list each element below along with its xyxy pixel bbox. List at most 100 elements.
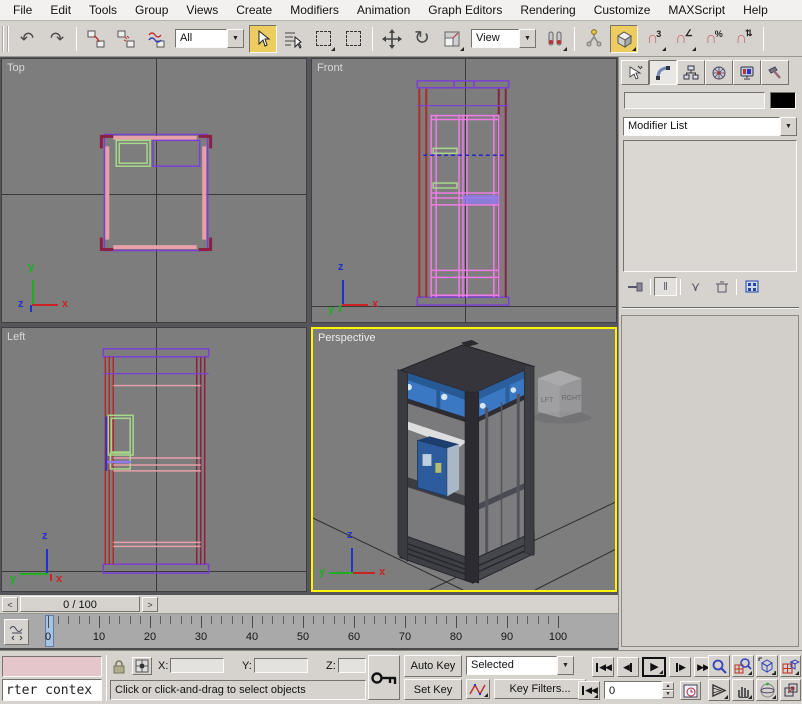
modifier-stack-list[interactable] xyxy=(623,140,797,272)
bind-to-space-warp-button[interactable] xyxy=(142,25,170,53)
show-end-result-button[interactable]: ‖ xyxy=(654,277,677,296)
spinner-snap-button[interactable]: ∩⇅ xyxy=(730,25,758,53)
menu-animation[interactable]: Animation xyxy=(348,1,419,19)
absolute-offset-mode-toggle[interactable] xyxy=(132,657,152,675)
coord-system-dropdown-button[interactable]: ▼ xyxy=(519,29,536,48)
menu-rendering[interactable]: Rendering xyxy=(511,1,584,19)
key-mode-dropdown-button[interactable]: ▼ xyxy=(557,656,574,675)
object-name-field[interactable] xyxy=(624,92,765,109)
spinner-up-icon[interactable]: ▲ xyxy=(662,682,674,690)
play-animation-button[interactable]: ▶ xyxy=(642,657,666,677)
time-slider-handle[interactable]: 0 / 100 xyxy=(20,596,140,612)
rectangular-selection-region-button[interactable] xyxy=(309,25,337,53)
tab-create[interactable] xyxy=(621,60,649,85)
snaps-toggle-button[interactable] xyxy=(610,25,638,53)
x-coordinate-field[interactable] xyxy=(170,658,224,673)
select-by-name-button[interactable] xyxy=(279,25,307,53)
viewport-label[interactable]: Left xyxy=(7,331,25,343)
spinner-down-icon[interactable]: ▼ xyxy=(662,690,674,698)
toolbar-drag-handle[interactable] xyxy=(2,26,9,52)
default-tangent-button[interactable] xyxy=(466,679,490,699)
unlink-selection-button[interactable] xyxy=(112,25,140,53)
select-and-link-button[interactable] xyxy=(82,25,110,53)
key-mode-toggle-button[interactable]: ◀◀ xyxy=(578,681,600,700)
select-and-scale-button[interactable] xyxy=(438,25,466,53)
zoom-all-button[interactable] xyxy=(732,655,754,677)
use-pivot-point-center-button[interactable] xyxy=(541,25,569,53)
menu-maxscript[interactable]: MAXScript xyxy=(659,1,734,19)
tab-display[interactable] xyxy=(733,60,761,85)
tab-utilities[interactable] xyxy=(761,60,789,85)
modifier-list-combo[interactable]: Modifier List ▼ xyxy=(623,117,797,136)
select-and-rotate-button[interactable]: ↻ xyxy=(408,25,436,53)
viewport-front[interactable]: Front z x y xyxy=(311,58,617,323)
previous-frame-button[interactable]: ◀ xyxy=(617,657,639,677)
menu-views[interactable]: Views xyxy=(177,1,227,19)
menu-customize[interactable]: Customize xyxy=(585,1,660,19)
select-object-button[interactable] xyxy=(249,25,277,53)
frame-spinner[interactable]: ▲ ▼ xyxy=(662,682,674,698)
rollout-area[interactable] xyxy=(621,315,799,647)
phone-booth-model[interactable] xyxy=(398,340,534,583)
track-bar-ruler[interactable]: 0102030405060708090100 xyxy=(0,614,618,650)
selection-filter-combo[interactable]: All ▼ xyxy=(175,29,244,48)
zoom-extents-button[interactable] xyxy=(756,655,778,677)
arc-rotate-button[interactable] xyxy=(756,679,778,701)
go-to-start-button[interactable]: ◀◀ xyxy=(592,657,614,677)
menu-edit[interactable]: Edit xyxy=(41,1,80,19)
tab-motion[interactable] xyxy=(705,60,733,85)
key-mode-combo[interactable]: Selected ▼ xyxy=(466,656,574,675)
object-color-swatch[interactable] xyxy=(770,92,796,109)
menu-tools[interactable]: Tools xyxy=(80,1,126,19)
viewport-label[interactable]: Top xyxy=(7,62,25,74)
reference-coordinate-system-combo[interactable]: View ▼ xyxy=(471,29,536,48)
next-frame-button[interactable]: ▶ xyxy=(669,657,691,677)
menu-help[interactable]: Help xyxy=(734,1,777,19)
zoom-extents-all-button[interactable] xyxy=(780,655,801,677)
snap-3d-button[interactable]: ∩3 xyxy=(640,25,668,53)
pin-stack-button[interactable] xyxy=(624,277,647,296)
key-filters-button[interactable]: Key Filters... xyxy=(494,679,586,699)
set-key-button[interactable]: Set Key xyxy=(404,679,462,700)
time-configuration-button[interactable] xyxy=(680,681,701,700)
undo-button[interactable]: ↶ xyxy=(13,25,41,53)
menu-group[interactable]: Group xyxy=(126,1,177,19)
viewport-perspective[interactable]: LFT RGHT xyxy=(311,327,617,592)
set-keys-button[interactable] xyxy=(368,655,400,700)
select-and-manipulate-button[interactable] xyxy=(580,25,608,53)
time-slider-prev-button[interactable]: < xyxy=(2,597,18,612)
open-mini-curve-editor-button[interactable] xyxy=(4,619,29,645)
y-coordinate-field[interactable] xyxy=(254,658,308,673)
current-frame-field[interactable]: 0 xyxy=(604,681,662,699)
menu-modifiers[interactable]: Modifiers xyxy=(281,1,348,19)
viewport-left[interactable]: Left z y x xyxy=(1,327,307,592)
configure-modifier-sets-button[interactable] xyxy=(740,277,763,296)
time-slider-next-button[interactable]: > xyxy=(142,597,158,612)
tab-hierarchy[interactable] xyxy=(677,60,705,85)
percent-snap-button[interactable]: ∩% xyxy=(700,25,728,53)
menu-graph-editors[interactable]: Graph Editors xyxy=(419,1,511,19)
redo-button[interactable]: ↷ xyxy=(43,25,71,53)
selection-lock-toggle[interactable] xyxy=(110,657,128,675)
zoom-button[interactable] xyxy=(708,655,730,677)
pan-view-button[interactable] xyxy=(732,679,754,701)
selection-filter-dropdown-button[interactable]: ▼ xyxy=(227,29,244,48)
maxscript-mini-listener[interactable]: rter contex xyxy=(2,679,102,701)
window-crossing-toggle-button[interactable] xyxy=(339,25,367,53)
menu-create[interactable]: Create xyxy=(227,1,281,19)
make-unique-button[interactable]: ⋎ xyxy=(684,277,707,296)
z-coordinate-field[interactable] xyxy=(338,658,366,673)
tab-modify[interactable] xyxy=(649,60,677,85)
angle-snap-button[interactable]: ∩∠ xyxy=(670,25,698,53)
select-and-move-button[interactable] xyxy=(378,25,406,53)
maxscript-mini-listener-macro[interactable] xyxy=(2,656,102,677)
viewport-top[interactable]: Top y x z xyxy=(1,58,307,323)
remove-modifier-button[interactable] xyxy=(710,277,733,296)
modifier-list-dropdown-button[interactable]: ▼ xyxy=(780,117,797,136)
auto-key-button[interactable]: Auto Key xyxy=(404,655,462,677)
viewport-label[interactable]: Front xyxy=(317,62,343,74)
viewport-label[interactable]: Perspective xyxy=(318,332,375,344)
min-max-toggle-button[interactable] xyxy=(780,679,801,701)
menu-file[interactable]: File xyxy=(4,1,41,19)
field-of-view-button[interactable] xyxy=(708,679,730,701)
